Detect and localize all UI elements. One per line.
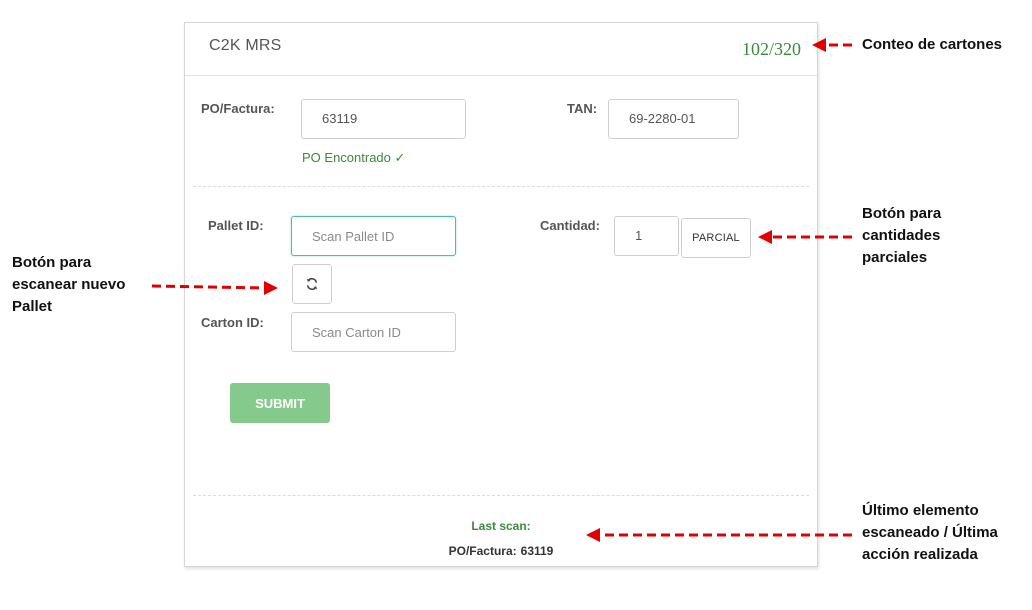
annotation-new-pallet-line: Pallet: [12, 298, 53, 315]
annotation-new-pallet-line: Botón para: [12, 254, 92, 271]
annotation-new-pallet-line: escanear nuevo: [12, 276, 126, 293]
annotation-parcial-line: parciales: [862, 249, 928, 266]
arrowhead-last-scan: [586, 528, 600, 542]
arrow-new-pallet: [151, 284, 267, 290]
annotation-last-scan-line: escaneado / Última: [862, 524, 998, 541]
annotation-new-pallet: Botón para escanear nuevo Pallet: [12, 252, 125, 318]
annotation-parcial-line: Botón para: [862, 205, 942, 222]
arrowhead-count: [812, 38, 826, 52]
annotation-last-scan-line: Último elemento: [862, 502, 979, 519]
annotation-count: Conteo de cartones: [862, 36, 1003, 53]
annotation-last-scan: Último elemento escaneado / Última acció…: [862, 500, 998, 566]
annotation-parcial: Botón para cantidades parciales: [862, 203, 941, 269]
arrowhead-new-pallet: [264, 281, 278, 295]
annotation-last-scan-line: acción realizada: [862, 546, 978, 563]
annotation-parcial-line: cantidades: [862, 227, 941, 244]
arrowhead-parcial: [758, 230, 772, 244]
